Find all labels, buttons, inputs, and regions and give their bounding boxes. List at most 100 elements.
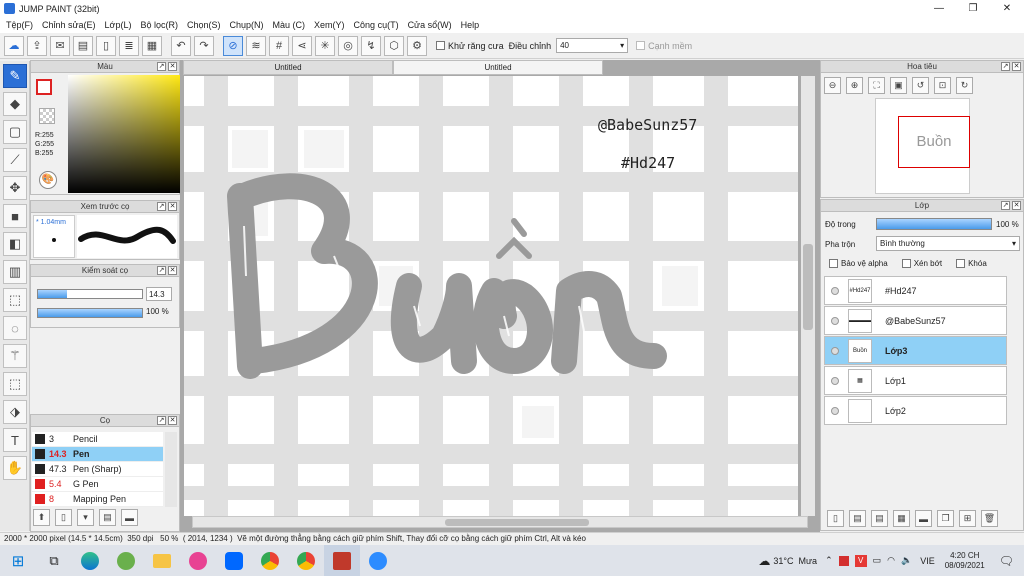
file-explorer-icon[interactable] bbox=[144, 545, 180, 576]
wifi-icon[interactable]: ◠ bbox=[887, 555, 895, 566]
chrome-icon[interactable] bbox=[252, 545, 288, 576]
navigator-viewport[interactable]: Buồn bbox=[898, 116, 970, 168]
select-pen-tool-icon[interactable]: ⬚ bbox=[3, 372, 27, 396]
brush-list-item[interactable]: 8 Mapping Pen bbox=[32, 492, 163, 507]
close-icon[interactable]: ✕ bbox=[168, 266, 177, 275]
move-tool-icon[interactable]: ✥ bbox=[3, 176, 27, 200]
rotate-left-icon[interactable]: ↺ bbox=[912, 77, 929, 94]
float-icon[interactable]: ↗ bbox=[1001, 201, 1010, 210]
saturation-value-picker[interactable] bbox=[68, 75, 190, 193]
menu-select[interactable]: Chọn(S) bbox=[187, 20, 221, 30]
clock[interactable]: 4:20 CH 08/09/2021 bbox=[945, 551, 985, 571]
brush-menu-icon[interactable]: ▾ bbox=[77, 509, 94, 526]
language-indicator[interactable]: VIE bbox=[920, 556, 935, 566]
eraser-tool-icon[interactable]: ◆ bbox=[3, 92, 27, 116]
gear-icon[interactable]: ⚙ bbox=[407, 35, 427, 56]
brush-list-item[interactable]: 14.3 Pen bbox=[32, 447, 163, 462]
transparent-color-swatch[interactable] bbox=[39, 108, 55, 124]
brush-new-icon[interactable]: ▯ bbox=[55, 509, 72, 526]
zalo-icon[interactable] bbox=[216, 545, 252, 576]
close-icon[interactable]: ✕ bbox=[1012, 62, 1021, 71]
text-tool-icon[interactable]: T bbox=[3, 428, 27, 452]
layer-row[interactable]: #Hd247 #Hd247 bbox=[824, 276, 1007, 305]
bucket-tool-icon[interactable]: ◧ bbox=[3, 232, 27, 256]
chevron-up-icon[interactable]: ⌃ bbox=[825, 555, 833, 566]
antialias-checkbox[interactable] bbox=[436, 41, 445, 50]
float-icon[interactable]: ↗ bbox=[157, 62, 166, 71]
layer-visibility-icon[interactable] bbox=[831, 316, 839, 325]
layer-visibility-icon[interactable] bbox=[831, 406, 839, 415]
close-icon[interactable]: ✕ bbox=[168, 202, 177, 211]
comment-icon[interactable]: ✉ bbox=[50, 35, 70, 56]
brush-size-input[interactable]: 14.3 bbox=[146, 287, 172, 301]
hand-tool-icon[interactable]: ✋ bbox=[3, 456, 27, 480]
volume-icon[interactable]: 🔈 bbox=[901, 555, 912, 566]
brush-list-item[interactable]: 5.4 G Pen bbox=[32, 477, 163, 492]
layer-visibility-icon[interactable] bbox=[831, 286, 839, 295]
document-icon[interactable]: ▯ bbox=[96, 35, 116, 56]
list-icon[interactable]: ≣ bbox=[119, 35, 139, 56]
float-icon[interactable]: ↗ bbox=[157, 202, 166, 211]
weather-desc[interactable]: Mưa bbox=[799, 556, 818, 566]
maximize-button[interactable]: ❐ bbox=[956, 3, 990, 14]
new-layer-copy-icon[interactable]: ▤ bbox=[849, 510, 866, 527]
actual-size-icon[interactable]: ▣ bbox=[890, 77, 907, 94]
brush-folder-icon[interactable]: ▬ bbox=[121, 509, 138, 526]
parallel-ruler-icon[interactable]: ≋ bbox=[246, 35, 266, 56]
line-tool-icon[interactable]: ⟋ bbox=[3, 148, 27, 172]
lasso-tool-icon[interactable]: ◌ bbox=[3, 316, 27, 340]
layer-visibility-icon[interactable] bbox=[831, 376, 839, 385]
no-ruler-icon[interactable]: ⊘ bbox=[223, 35, 243, 56]
reset-view-icon[interactable]: ⊡ bbox=[934, 77, 951, 94]
menu-help[interactable]: Help bbox=[461, 20, 480, 30]
rectangle-tool-icon[interactable]: ▢ bbox=[3, 120, 27, 144]
settings-grid-icon[interactable]: ▦ bbox=[142, 35, 162, 56]
fit-window-icon[interactable]: ⛶ bbox=[868, 77, 885, 94]
upload-icon[interactable]: ⇪ bbox=[27, 35, 47, 56]
zoom-app-icon[interactable] bbox=[360, 545, 396, 576]
layer-duplicate-icon[interactable]: ❐ bbox=[937, 510, 954, 527]
layer-row[interactable]: ▬▬▬▬ @BabeSunz57 bbox=[824, 306, 1007, 335]
edge-browser-icon[interactable] bbox=[72, 545, 108, 576]
new-layer-icon[interactable]: ▯ bbox=[827, 510, 844, 527]
brush-settings-icon[interactable]: ▤ bbox=[99, 509, 116, 526]
rotate-right-icon[interactable]: ↻ bbox=[956, 77, 973, 94]
select-rect-tool-icon[interactable]: ⬚ bbox=[3, 288, 27, 312]
chrome-profile-icon[interactable] bbox=[288, 545, 324, 576]
gradient-tool-icon[interactable]: ▥ bbox=[3, 260, 27, 284]
alpha-protect-checkbox[interactable] bbox=[829, 259, 838, 268]
menu-layer[interactable]: Lớp(L) bbox=[105, 20, 132, 30]
redo-icon[interactable]: ↷ bbox=[194, 35, 214, 56]
brush-size-slider[interactable] bbox=[37, 289, 143, 299]
weather-icon[interactable]: ☁ bbox=[758, 554, 770, 568]
menu-window[interactable]: Cửa sổ(W) bbox=[408, 20, 452, 30]
polygon-icon[interactable]: ⬡ bbox=[384, 35, 404, 56]
notification-icon[interactable]: 🗨 bbox=[999, 554, 1014, 568]
close-icon[interactable]: ✕ bbox=[168, 416, 177, 425]
concentric-icon[interactable]: ◎ bbox=[338, 35, 358, 56]
menu-file[interactable]: Tệp(F) bbox=[6, 20, 33, 30]
cloud-icon[interactable]: ☁ bbox=[4, 35, 24, 56]
float-icon[interactable]: ↗ bbox=[157, 266, 166, 275]
v-tray-icon[interactable]: V bbox=[854, 554, 867, 567]
layer-merge-icon[interactable]: ⊞ bbox=[959, 510, 976, 527]
clip-checkbox[interactable] bbox=[901, 259, 911, 268]
minimize-button[interactable]: — bbox=[922, 3, 956, 14]
menu-filter[interactable]: Bộ lọc(R) bbox=[140, 20, 178, 30]
grid-ruler-icon[interactable]: # bbox=[269, 35, 289, 56]
menu-color[interactable]: Màu (C) bbox=[273, 20, 306, 30]
layer-row[interactable]: Buồn Lớp3 bbox=[824, 336, 1007, 365]
close-icon[interactable]: ✕ bbox=[1012, 201, 1021, 210]
drawing-canvas[interactable]: @BabeSunz57 #Hd247 bbox=[184, 76, 798, 516]
palette-icon[interactable]: 🎨 bbox=[39, 171, 57, 189]
magic-wand-tool-icon[interactable]: ⚚ bbox=[3, 344, 27, 368]
float-icon[interactable]: ↗ bbox=[1001, 62, 1010, 71]
zoom-in-icon[interactable]: ⊕ bbox=[846, 77, 863, 94]
zoom-out-icon[interactable]: ⊖ bbox=[824, 77, 841, 94]
brush-add-icon[interactable]: ⬆ bbox=[33, 509, 50, 526]
select-eraser-tool-icon[interactable]: ⬗ bbox=[3, 400, 27, 424]
curve-ruler-icon[interactable]: ↯ bbox=[361, 35, 381, 56]
layer-properties-icon[interactable]: ▤ bbox=[871, 510, 888, 527]
tab-untitled-2[interactable]: Untitled bbox=[393, 60, 603, 75]
message-icon[interactable]: ▤ bbox=[73, 35, 93, 56]
